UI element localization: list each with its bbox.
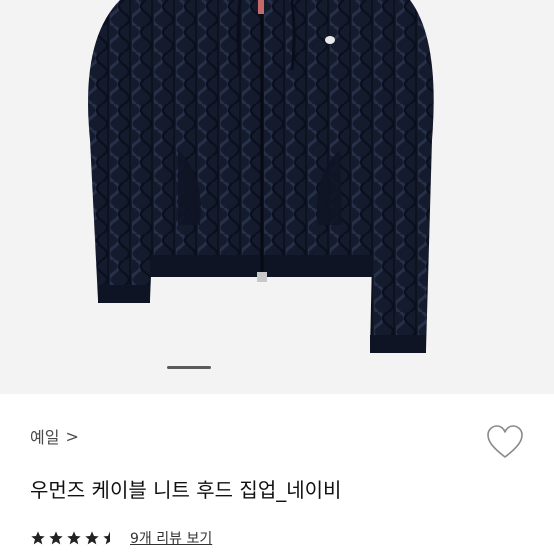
star-icon — [66, 530, 82, 546]
rating-row: 9개 리뷰 보기 — [30, 528, 212, 548]
star-half-icon — [102, 530, 118, 546]
star-rating — [30, 530, 118, 546]
brand-name: 예일 — [30, 428, 60, 447]
carousel-indicator — [0, 366, 554, 370]
brand-link[interactable]: 예일 > — [30, 424, 79, 448]
star-icon — [48, 530, 64, 546]
product-info: 예일 > 우먼즈 케이블 니트 후드 집업_네이비 9개 리뷰 보기 — [0, 394, 554, 554]
chevron-right-icon: > — [65, 426, 79, 446]
product-image[interactable] — [0, 0, 554, 394]
hoodie-photo — [88, 0, 434, 353]
wishlist-button[interactable] — [486, 424, 524, 460]
star-icon — [84, 530, 100, 546]
star-icon — [30, 530, 46, 546]
product-title: 우먼즈 케이블 니트 후드 집업_네이비 — [30, 478, 342, 502]
heart-outline-icon — [487, 425, 523, 458]
carousel-progress-bar — [167, 366, 211, 369]
review-link[interactable]: 9개 리뷰 보기 — [130, 528, 212, 548]
